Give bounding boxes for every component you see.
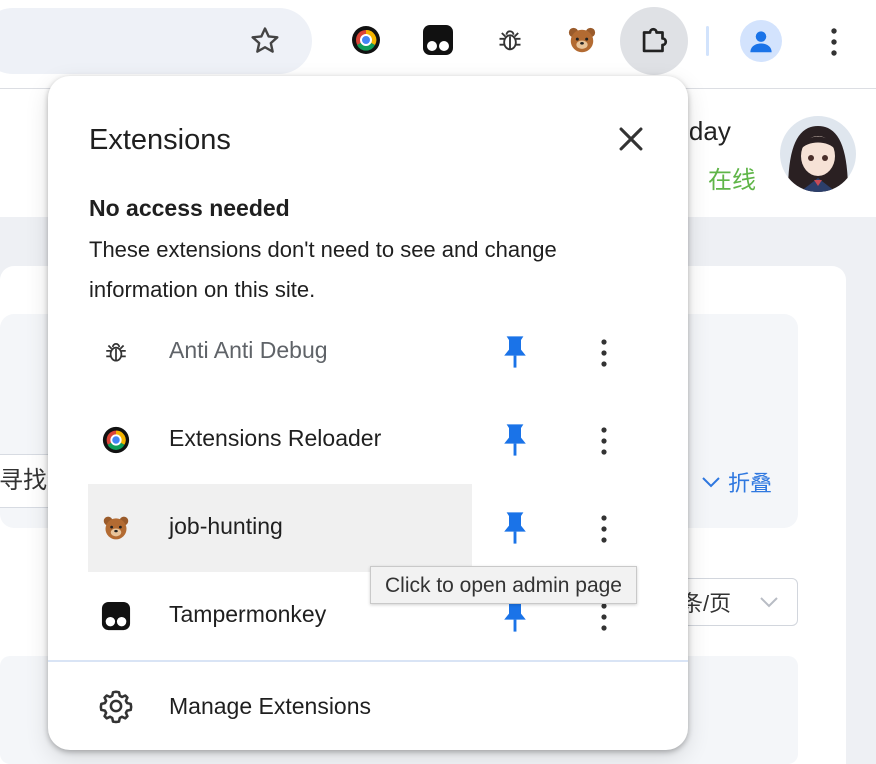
- manage-extensions-label: Manage Extensions: [169, 693, 372, 719]
- pin-icon[interactable]: [500, 510, 530, 546]
- tooltip: Click to open admin page: [370, 566, 637, 604]
- extension-name: Extensions Reloader: [169, 425, 382, 451]
- bookmark-star-icon[interactable]: [248, 24, 282, 58]
- gear-icon: [99, 690, 133, 724]
- section-title: No access needed: [89, 195, 290, 221]
- pin-icon[interactable]: [500, 334, 530, 370]
- bear-toolbar-icon[interactable]: [564, 22, 600, 58]
- bug-toolbar-icon[interactable]: [492, 22, 528, 58]
- profile-button[interactable]: [740, 20, 782, 62]
- tampermonkey-toolbar-icon[interactable]: [420, 22, 456, 58]
- extension-name: Tampermonkey: [169, 601, 327, 627]
- extensions-reloader-toolbar-icon[interactable]: [348, 22, 384, 58]
- extension-row-anti-anti-debug[interactable]: Anti Anti Debug: [88, 308, 648, 396]
- person-icon: [750, 31, 772, 53]
- reload-icon: [100, 424, 132, 456]
- more-options-icon[interactable]: [592, 512, 616, 546]
- extension-name: job-hunting: [169, 513, 283, 539]
- extensions-popup: Extensions No access needed These extens…: [48, 76, 688, 750]
- bug-icon: [100, 336, 132, 368]
- extensions-menu-button[interactable]: [620, 7, 688, 75]
- toolbar-separator: [706, 26, 709, 56]
- avatar[interactable]: [780, 116, 856, 192]
- page-size-label: 条/页: [681, 591, 732, 616]
- manage-extensions-button[interactable]: Manage Extensions: [88, 664, 648, 748]
- chevron-down-icon: [702, 477, 720, 488]
- popup-title: Extensions: [89, 124, 231, 156]
- section-description: These extensions don't need to see and c…: [89, 237, 557, 302]
- chevron-down-icon: [760, 597, 778, 608]
- extension-row-job-hunting[interactable]: job-hunting: [88, 484, 648, 572]
- bear-icon: [100, 512, 132, 544]
- tampermonkey-icon: [100, 600, 132, 632]
- puzzle-icon: [642, 27, 668, 53]
- extension-name: Anti Anti Debug: [169, 337, 328, 363]
- more-options-icon[interactable]: [592, 424, 616, 458]
- pin-icon[interactable]: [500, 422, 530, 458]
- more-options-icon[interactable]: [592, 600, 616, 634]
- browser-window: unday 在线 寻找仁 折叠 条/页 Extensions No access…: [0, 0, 876, 764]
- collapse-link[interactable]: 折叠: [702, 466, 772, 498]
- popup-divider: [48, 660, 688, 662]
- collapse-label: 折叠: [728, 471, 773, 496]
- more-options-icon[interactable]: [592, 336, 616, 370]
- online-status: 在线: [708, 167, 756, 194]
- extension-row-extensions-reloader[interactable]: Extensions Reloader: [88, 396, 648, 484]
- close-icon[interactable]: [614, 122, 648, 156]
- page-size-select[interactable]: 条/页: [676, 578, 798, 626]
- browser-menu-icon[interactable]: [822, 24, 846, 60]
